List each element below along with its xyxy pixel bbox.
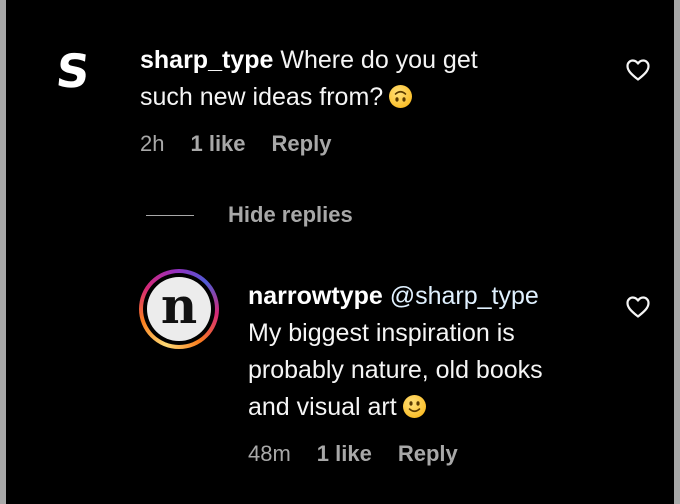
reply-text-line3: and visual art bbox=[248, 393, 397, 421]
avatar-gap: n bbox=[143, 273, 215, 345]
reply-text-line2: probably nature, old books bbox=[248, 356, 543, 384]
smiling-face-emoji-icon bbox=[402, 395, 426, 418]
reply-avatar-image: n bbox=[147, 277, 211, 341]
reply-body: narrowtype @sharp_type My biggest inspir… bbox=[248, 278, 618, 426]
comment-likes[interactable]: 1 like bbox=[190, 131, 245, 157]
hide-replies-label: Hide replies bbox=[228, 202, 353, 227]
reply-reply-button[interactable]: Reply bbox=[398, 441, 458, 467]
comment-reply-button[interactable]: Reply bbox=[272, 131, 332, 157]
comment-meta: 2h 1 like Reply bbox=[140, 131, 331, 157]
reply-mention[interactable]: @sharp_type bbox=[390, 282, 539, 310]
avatar-letter: S bbox=[53, 44, 93, 98]
comment-text-line2: such new ideas from? bbox=[140, 83, 384, 111]
comment-timestamp[interactable]: 2h bbox=[140, 131, 164, 157]
comments-panel: S sharp_type Where do you get such new i… bbox=[6, 0, 674, 504]
reply-text-line1: My biggest inspiration is bbox=[248, 319, 515, 347]
comment-body: sharp_type Where do you get such new ide… bbox=[140, 42, 580, 116]
reply-likes[interactable]: 1 like bbox=[317, 441, 372, 467]
reply-like-heart-icon[interactable] bbox=[625, 295, 651, 319]
reply-timestamp[interactable]: 48m bbox=[248, 441, 291, 467]
reply-avatar-letter: n bbox=[160, 276, 198, 335]
upside-down-face-emoji-icon bbox=[389, 85, 413, 108]
like-heart-icon[interactable] bbox=[625, 58, 651, 82]
comment-username[interactable]: sharp_type bbox=[140, 46, 273, 74]
divider bbox=[146, 214, 194, 216]
reply-username[interactable]: narrowtype bbox=[248, 282, 383, 310]
avatar[interactable]: S bbox=[49, 44, 96, 98]
hide-replies-button[interactable]: Hide replies bbox=[146, 202, 353, 228]
reply-meta: 48m 1 like Reply bbox=[248, 441, 458, 467]
comment-text-line1: Where do you get bbox=[280, 46, 478, 74]
reply-avatar[interactable]: n bbox=[139, 269, 219, 349]
